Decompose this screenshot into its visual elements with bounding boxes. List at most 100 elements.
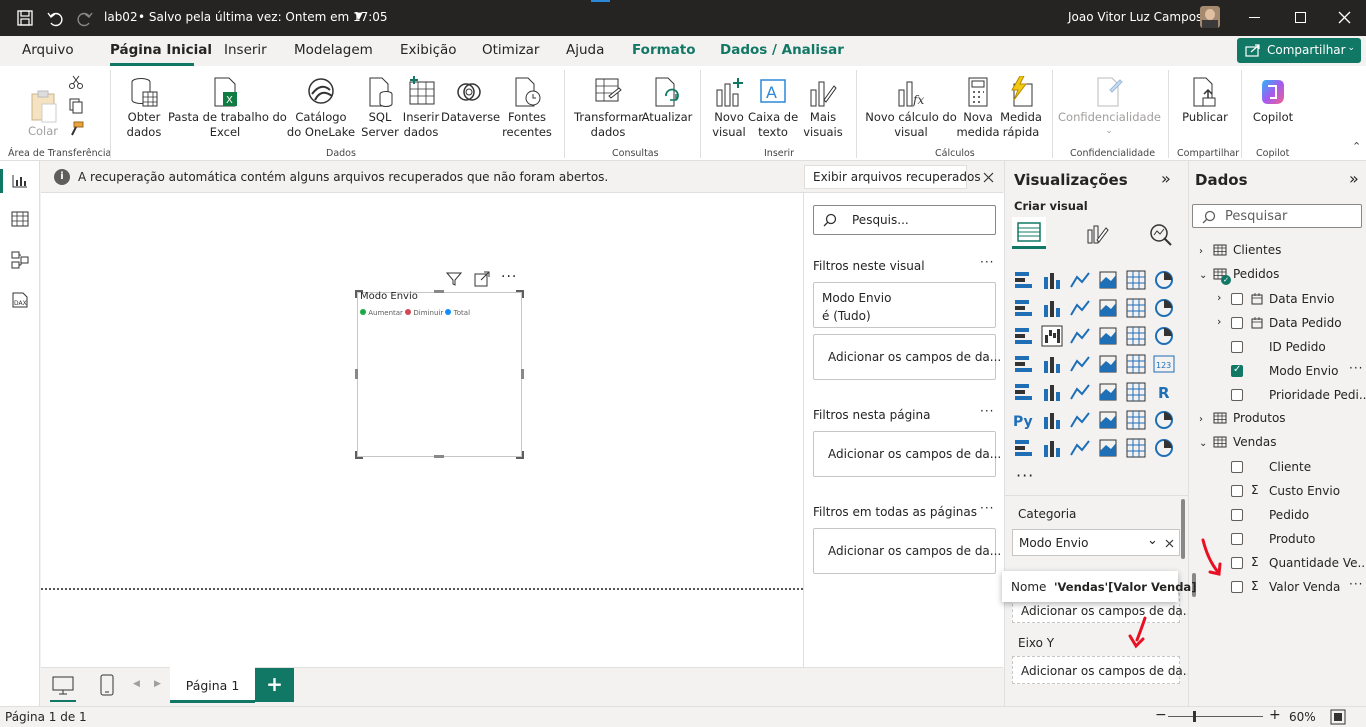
recent-sources-button[interactable]: Fontes recentes [498,66,556,146]
format-visual-icon[interactable] [1085,222,1109,246]
menu-pagina-inicial[interactable]: Página Inicial [110,42,212,58]
desktop-layout-icon[interactable] [52,676,74,696]
zoom-slider[interactable] [1168,716,1263,717]
menu-arquivo[interactable]: Arquivo [22,42,74,58]
copilot-button[interactable]: Copilot [1248,66,1298,146]
category-field-pill[interactable]: Modo Envio ⌄ [1012,529,1180,556]
sensitivity-button[interactable]: Confidencialidade ⌄ [1058,66,1161,146]
avatar[interactable] [1200,6,1220,28]
table-vendas[interactable]: ⌄ Vendas [1199,435,1277,449]
quick-measure-button[interactable]: Medida rápida [998,66,1044,146]
field-checkbox[interactable] [1231,293,1243,305]
field-checkbox[interactable] [1231,485,1243,497]
add-page-button[interactable]: + [255,668,294,702]
ribbon-chart-icon[interactable] [1097,297,1119,319]
clustered-column-icon[interactable] [1097,269,1119,291]
field-checkbox[interactable] [1231,581,1243,593]
undo-icon[interactable] [46,9,64,27]
key-influencers-icon[interactable] [1041,409,1063,431]
filter-drop-all-pages[interactable]: Adicionar os campos de da... [813,528,1001,574]
zoom-in-icon[interactable]: + [1269,707,1281,723]
text-filter-icon[interactable] [1097,437,1119,459]
copy-icon[interactable] [68,98,84,114]
field-checkbox[interactable] [1231,341,1243,353]
refresh-button[interactable]: Atualizar [640,66,694,146]
stacked-column-icon[interactable] [1041,269,1063,291]
clustered-bar-icon[interactable] [1069,269,1091,291]
field-checkbox[interactable]: ✓ [1231,364,1243,377]
save-icon[interactable] [16,9,34,27]
narrative-icon[interactable] [1153,437,1175,459]
sql-server-button[interactable]: SQL Server [360,66,400,146]
more-options-icon[interactable]: ··· [1349,361,1363,375]
transform-data-button[interactable]: Transformar dados [574,66,643,146]
field-checkbox[interactable] [1231,389,1243,401]
menu-modelagem[interactable]: Modelagem [294,42,373,58]
menu-dados-analisar[interactable]: Dados / Analisar [720,42,844,58]
focus-mode-icon[interactable] [474,271,490,287]
dataverse-button[interactable]: Dataverse [441,66,500,146]
format-painter-icon[interactable] [68,121,84,137]
tab-pagina-1[interactable]: Página 1 [170,667,255,703]
build-visual-tab[interactable] [1012,217,1046,249]
show-recovered-files-button[interactable]: Exibir arquivos recuperados [804,165,981,189]
new-measure-button[interactable]: Nova medida [956,66,1000,146]
resize-handle[interactable] [355,369,358,379]
more-visuals-button[interactable]: Mais visuais [798,66,848,146]
menu-ajuda[interactable]: Ajuda [566,42,604,58]
power-automate-icon[interactable] [1069,437,1091,459]
scrollbar[interactable] [1181,499,1185,559]
menu-inserir[interactable]: Inserir [224,42,267,58]
more-options-icon[interactable]: ··· [980,404,994,418]
cut-icon[interactable] [68,74,84,90]
stacked-area-icon[interactable] [1069,297,1091,319]
chevron-down-icon[interactable]: ⌄ [1147,533,1158,548]
new-visual-button[interactable]: Novo visual [708,66,750,146]
chevron-right-icon[interactable]: › [1199,246,1213,257]
chevron-right-icon[interactable]: › [1217,291,1221,304]
share-button[interactable]: Compartilhar ⌄ [1237,38,1361,63]
scroll-right-icon[interactable]: ▶ [154,679,161,689]
y-axis-drop-well[interactable]: Adicionar os campos de da... [1012,656,1194,684]
multi-card-icon[interactable] [1013,381,1035,403]
remove-field-icon[interactable] [1165,539,1174,548]
scroll-left-icon[interactable]: ◀ [133,679,140,689]
power-apps-icon[interactable] [1041,437,1063,459]
r-visual-icon[interactable]: R [1153,381,1175,403]
table-clientes[interactable]: › Clientes [1199,243,1281,257]
paste-button[interactable]: Colar [22,80,64,148]
waterfall-visual[interactable]: Modo Envio Aumentar Diminuir Total [357,291,522,457]
card-icon[interactable]: 123 [1153,353,1175,375]
line-stacked-icon[interactable] [1153,297,1175,319]
azure-map-icon[interactable] [1097,353,1119,375]
save-status[interactable]: • Salvo pela última vez: Ontem em 17:05 [138,10,388,24]
more-visuals-icon[interactable]: ··· [1016,466,1034,485]
resize-handle[interactable] [434,290,444,293]
onelake-catalog-button[interactable]: Catálogo do OneLake [284,66,358,146]
data-search-input[interactable]: Pesquisar [1192,204,1362,228]
chevron-right-icon[interactable]: › [1199,414,1213,425]
menu-otimizar[interactable]: Otimizar [482,42,539,58]
scatter-icon[interactable] [1097,325,1119,347]
close-icon[interactable] [1338,11,1351,24]
field-data-envio[interactable]: › Data Envio [1189,291,1366,313]
more-options-icon[interactable]: ··· [501,269,517,285]
pie-icon[interactable] [1125,325,1147,347]
scatter-combo-icon[interactable] [1013,325,1035,347]
model-view-icon[interactable] [11,251,29,269]
more-options-icon[interactable]: ··· [980,501,994,515]
table-pedidos[interactable]: ⌄ Pedidos ✓ [1199,267,1279,285]
filter-drop-page[interactable]: Adicionar os campos de da... [813,431,1001,477]
chevron-right-icon[interactable]: › [1217,315,1221,328]
arcgis-icon[interactable] [1125,437,1147,459]
donut-icon[interactable] [1153,325,1175,347]
more-options-icon[interactable]: ··· [980,255,994,269]
treemap-icon[interactable] [1013,353,1035,375]
line-column-icon[interactable] [1125,297,1147,319]
resize-handle[interactable] [516,290,524,298]
minimize-icon[interactable] [1249,17,1260,18]
field-modo-envio[interactable]: ✓ Modo Envio ··· [1189,361,1366,385]
field-checkbox[interactable] [1231,317,1243,329]
field-checkbox[interactable] [1231,533,1243,545]
enter-data-button[interactable]: Inserir dados [402,66,440,146]
